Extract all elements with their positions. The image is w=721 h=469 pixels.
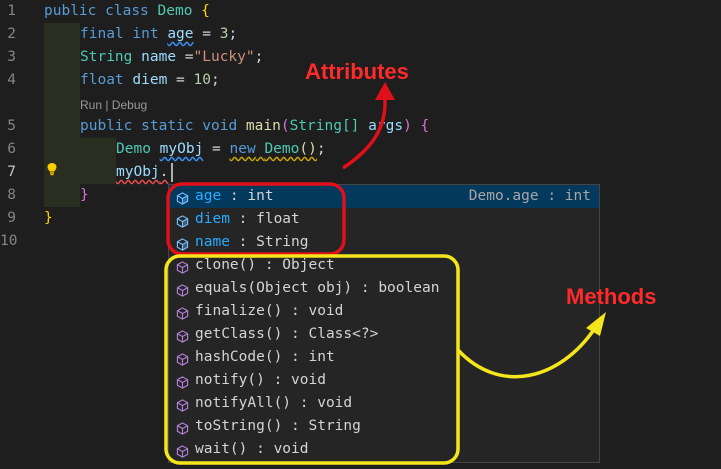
methods-label: Methods: [566, 284, 657, 309]
attributes-arrow: [342, 99, 387, 170]
methods-arrowhead: [586, 312, 606, 336]
attributes-box: [166, 182, 346, 256]
methods-box: [164, 254, 460, 465]
attributes-label: Attributes: [305, 59, 409, 84]
methods-arrow: [456, 327, 597, 379]
